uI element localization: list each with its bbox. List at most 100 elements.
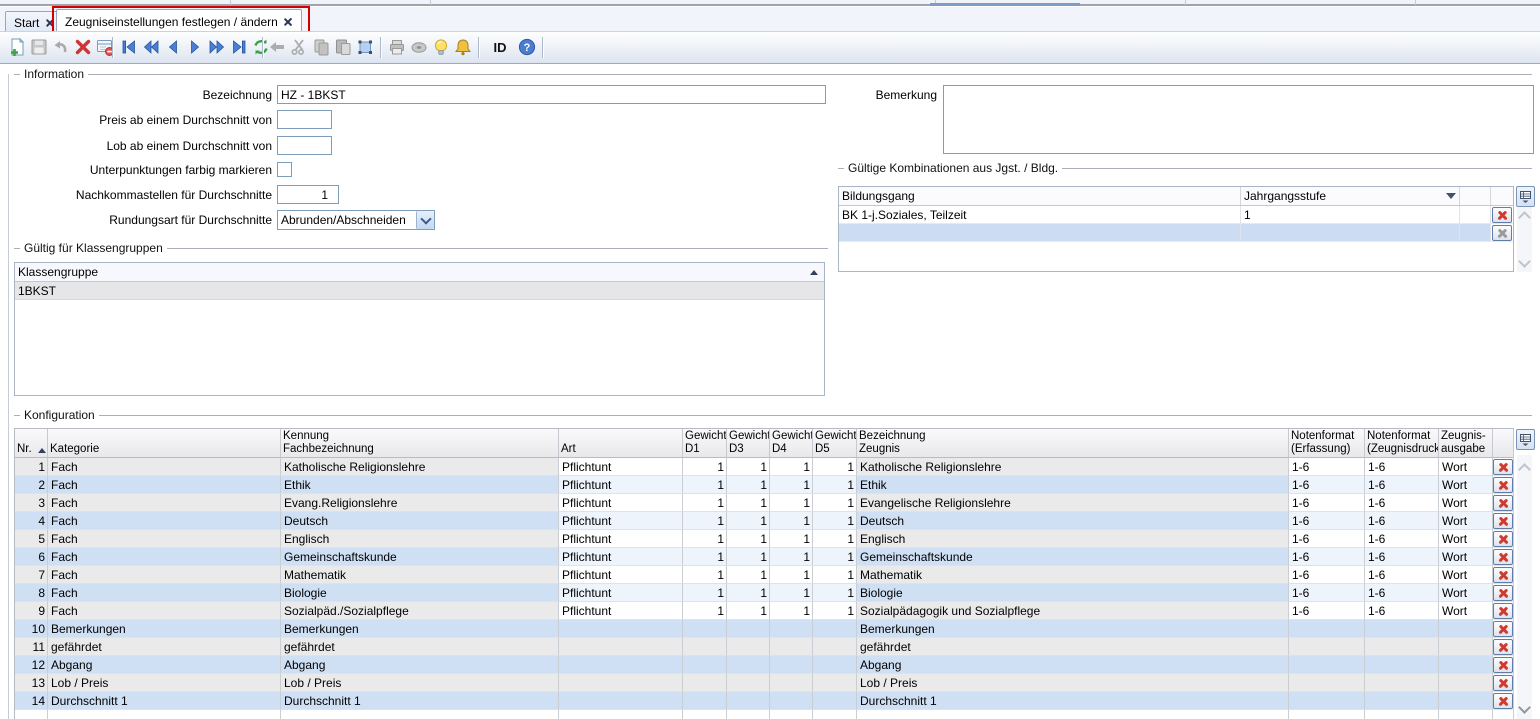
cell-gewicht-d5[interactable]: 1 [813,512,857,530]
cell-gewicht-d4[interactable]: 1 [770,566,813,584]
cell-art[interactable]: Pflichtunt [559,458,683,476]
column-header-gewicht-d4[interactable]: Gewicht D4 [770,429,813,458]
table-row[interactable]: 5FachEnglischPflichtunt1111Englisch1-61-… [15,530,1514,548]
cell-gewicht-d5[interactable]: 1 [813,494,857,512]
cell-gewicht-d4[interactable]: 1 [770,530,813,548]
cell-gewicht-d5[interactable]: 1 [813,530,857,548]
cell-gewicht-d1[interactable]: 1 [683,512,727,530]
cell-gewicht-d3[interactable]: 1 [727,512,770,530]
export-disc-button[interactable] [408,36,430,58]
delete-row-button[interactable] [1493,585,1513,601]
column-header-bildungsgang[interactable]: Bildungsgang [839,187,1241,205]
delete-row-button[interactable] [1492,207,1512,223]
kombinationen-field-chooser-button[interactable] [1516,186,1535,207]
id-button[interactable]: ID [486,36,514,58]
filter-dropdown-icon[interactable] [1446,193,1456,199]
cell-notenformat-zeugnisdruck[interactable]: 1-6 [1365,548,1439,566]
table-row[interactable]: BK 1-j.Soziales, Teilzeit1 [839,206,1513,224]
cell-zeugnisausgabe[interactable] [1439,692,1493,710]
cell-notenformat-zeugnisdruck[interactable] [1365,692,1439,710]
cell-gewicht-d1[interactable] [683,674,727,692]
cell-zeugnisausgabe[interactable] [1439,638,1493,656]
cell-art[interactable]: Pflichtunt [559,584,683,602]
delete-row-button[interactable] [1493,567,1513,583]
cell-art[interactable]: Pflichtunt [559,602,683,620]
delete-button[interactable] [72,36,94,58]
cell-art[interactable]: Pflichtunt [559,530,683,548]
cell-gewicht-d4[interactable] [770,638,813,656]
cell-zeugnisausgabe[interactable]: Wort [1439,512,1493,530]
scroll-up-icon[interactable] [1518,211,1531,224]
delete-row-button[interactable] [1493,477,1513,493]
cell-gewicht-d3[interactable]: 1 [727,476,770,494]
konfiguration-field-chooser-button[interactable] [1516,429,1535,450]
cell-gewicht-d5[interactable] [813,638,857,656]
cell-art[interactable]: Pflichtunt [559,566,683,584]
column-header-gewicht-d1[interactable]: Gewicht D1 [683,429,727,458]
bemerkung-textarea[interactable] [943,85,1534,154]
column-header-gewicht-d5[interactable]: Gewicht D5 [813,429,857,458]
delete-row-button[interactable] [1493,657,1513,673]
konfiguration-scrollbar[interactable] [1517,455,1532,719]
scroll-down-icon[interactable] [1518,255,1531,268]
delete-row-button[interactable] [1493,693,1513,709]
column-header-zeugnisausgabe[interactable]: Zeugnis- ausgabe [1439,429,1493,458]
nav-back-button[interactable] [162,36,184,58]
cell-gewicht-d3[interactable] [727,692,770,710]
cell-notenformat-zeugnisdruck[interactable]: 1-6 [1365,512,1439,530]
nav-first-button[interactable] [118,36,140,58]
column-header-jahrgangsstufe[interactable]: Jahrgangsstufe [1241,187,1460,205]
nav-fast-forward-button[interactable] [206,36,228,58]
klassengruppen-header-row[interactable]: Klassengruppe [15,263,824,282]
tab-zeugniseinstellungen[interactable]: Zeugniseinstellungen festlegen / ändern [56,9,302,33]
cell-gewicht-d3[interactable]: 1 [727,494,770,512]
column-header-kategorie[interactable]: Kategorie [48,429,281,458]
cell-zeugnisausgabe[interactable]: Wort [1439,548,1493,566]
scroll-down-icon[interactable] [1518,701,1531,714]
table-row[interactable]: 9FachSozialpäd./SozialpflegePflichtunt11… [15,602,1514,620]
cell-gewicht-d5[interactable] [813,692,857,710]
save-button[interactable] [28,36,50,58]
cell-gewicht-d4[interactable]: 1 [770,512,813,530]
column-header-gewicht-d3[interactable]: Gewicht D3 [727,429,770,458]
cell-zeugnisausgabe[interactable] [1439,620,1493,638]
cell-gewicht-d5[interactable]: 1 [813,476,857,494]
undo-button[interactable] [50,36,72,58]
cell-gewicht-d4[interactable]: 1 [770,494,813,512]
cut-button[interactable] [288,36,310,58]
scroll-up-icon[interactable] [1518,463,1531,476]
table-row[interactable] [839,224,1513,242]
cell-art[interactable]: Pflichtunt [559,476,683,494]
cell-gewicht-d3[interactable]: 1 [727,458,770,476]
cell-gewicht-d4[interactable] [770,674,813,692]
cell-gewicht-d3[interactable]: 1 [727,530,770,548]
cell-notenformat-erfassung[interactable]: 1-6 [1289,458,1365,476]
table-row[interactable]: 3FachEvang.ReligionslehrePflichtunt1111E… [15,494,1514,512]
cell-art[interactable] [559,692,683,710]
copy-button[interactable] [310,36,332,58]
delete-row-button[interactable] [1493,513,1513,529]
cell-zeugnisausgabe[interactable]: Wort [1439,476,1493,494]
column-header-kennung[interactable]: Kennung Fachbezeichnung [281,429,559,458]
cell-gewicht-d1[interactable]: 1 [683,602,727,620]
cell-gewicht-d3[interactable]: 1 [727,602,770,620]
cell-gewicht-d1[interactable]: 1 [683,458,727,476]
table-row[interactable]: 13Lob / PreisLob / PreisLob / Preis [15,674,1514,692]
cell-art[interactable]: Pflichtunt [559,512,683,530]
delete-row-button[interactable] [1493,621,1513,637]
column-header-notenformat-erfassung[interactable]: Notenformat (Erfassung) [1289,429,1365,458]
delete-row-button[interactable] [1493,675,1513,691]
lob-input[interactable] [277,136,332,155]
cell-notenformat-erfassung[interactable]: 1-6 [1289,476,1365,494]
cell-gewicht-d3[interactable]: 1 [727,584,770,602]
list-item[interactable]: 1BKST [15,282,824,300]
cell-notenformat-zeugnisdruck[interactable]: 1-6 [1365,494,1439,512]
nav-forward-button[interactable] [184,36,206,58]
delete-row-button[interactable] [1493,531,1513,547]
table-row[interactable]: 4FachDeutschPflichtunt1111Deutsch1-61-6W… [15,512,1514,530]
cell-notenformat-zeugnisdruck[interactable] [1365,674,1439,692]
tab-close-icon[interactable] [284,17,293,26]
cell-art[interactable] [559,674,683,692]
cell-notenformat-erfassung[interactable]: 1-6 [1289,602,1365,620]
cell-art[interactable] [559,620,683,638]
